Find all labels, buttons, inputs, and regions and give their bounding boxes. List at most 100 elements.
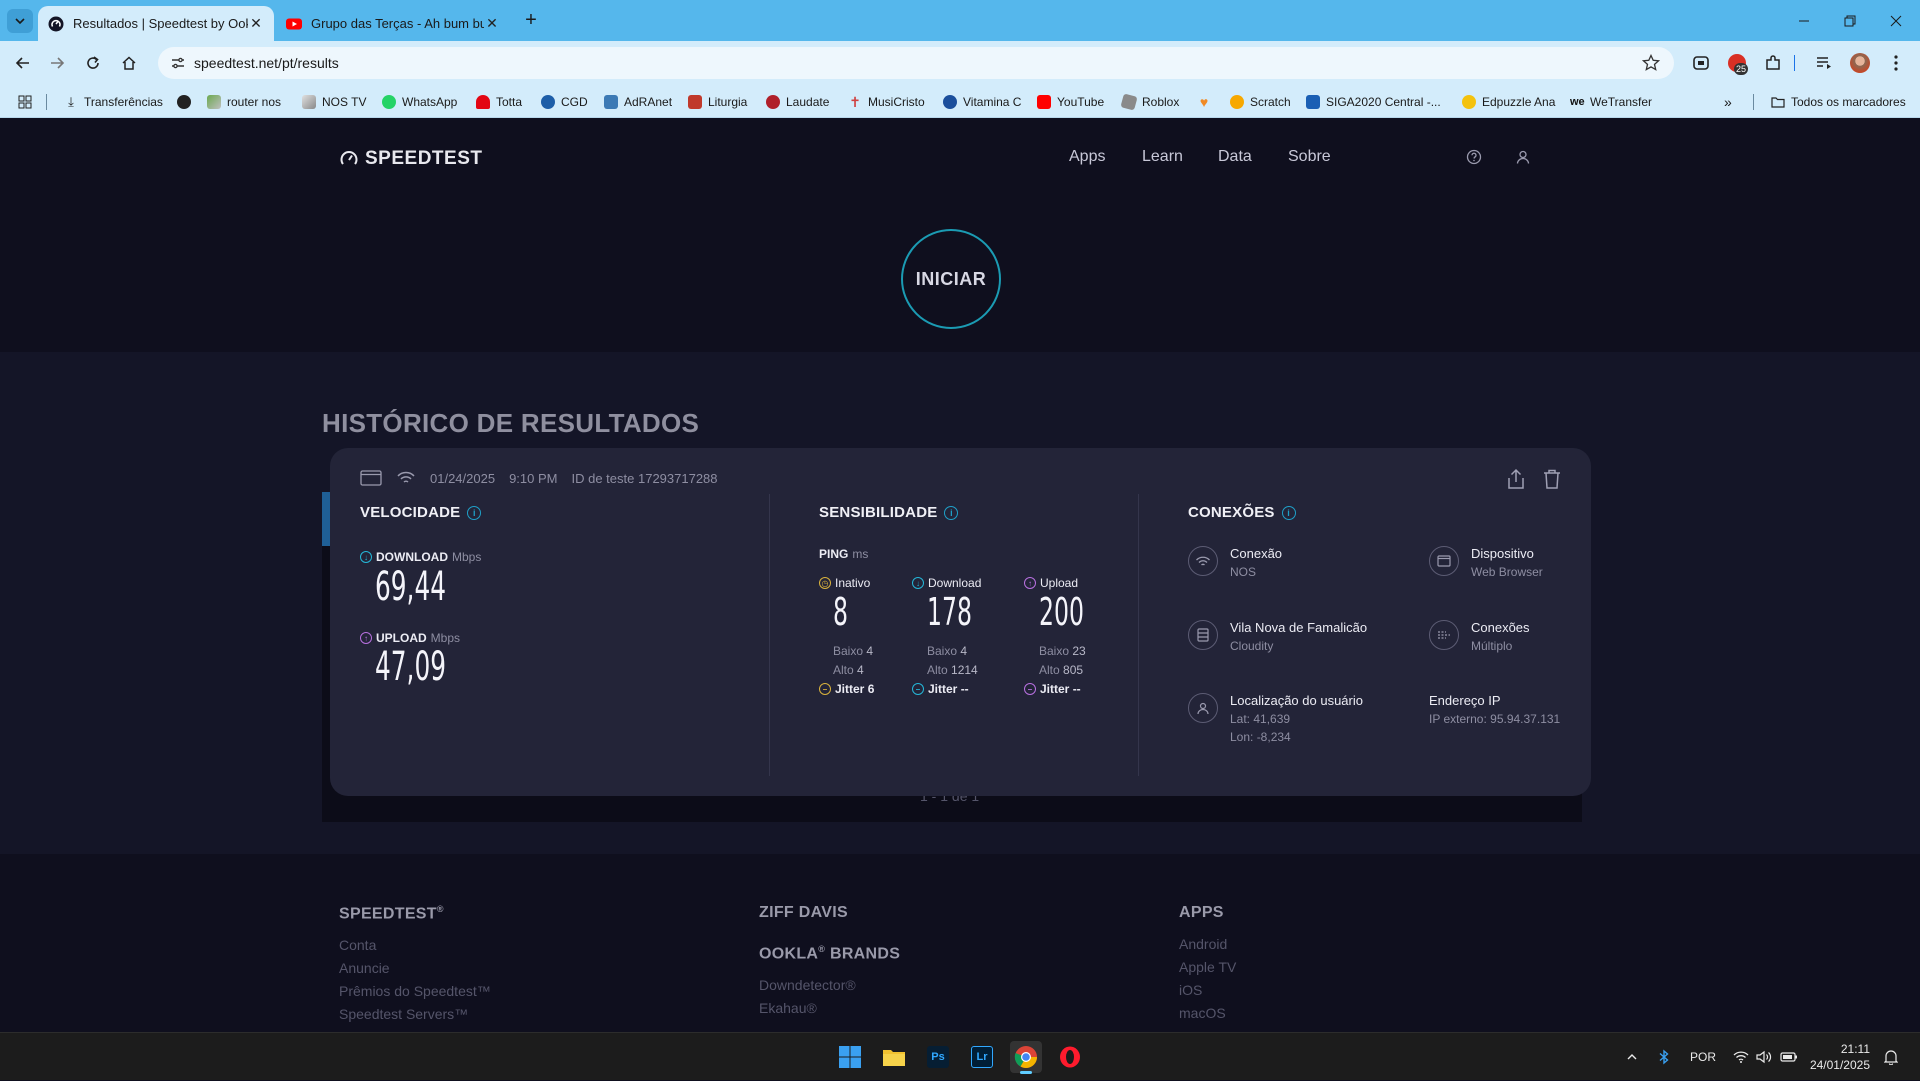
back-button[interactable] [10,51,36,75]
bookmark-cgd[interactable]: CGD [541,92,588,112]
close-window-button[interactable] [1873,0,1919,41]
footer-link[interactable]: macOS [1179,1005,1236,1021]
bookmark-liturgia[interactable]: Liturgia [688,92,747,112]
footer-link[interactable]: Speedtest Servers™ [339,1006,491,1022]
nav-data[interactable]: Data [1218,148,1252,166]
volume-button[interactable] [1756,1033,1772,1081]
show-hidden-icons-button[interactable] [1626,1033,1638,1081]
extension-badge-button[interactable]: 25 [1725,51,1749,75]
site-info-icon[interactable] [170,55,186,71]
start-button[interactable] [834,1041,866,1073]
trash-icon [1544,469,1560,489]
delete-button[interactable] [1542,468,1564,490]
nav-sobre[interactable]: Sobre [1288,148,1331,166]
bookmark-edpuzzle[interactable]: Edpuzzle Ana [1462,92,1555,112]
idle-icon: ◷ [819,577,831,589]
bookmark-heart[interactable]: ♥ [1197,92,1217,112]
ping-idle-jitter: – Jitter 6 [819,682,874,696]
network-button[interactable] [1733,1033,1749,1081]
nav-apps[interactable]: Apps [1069,148,1105,166]
address-bar[interactable]: speedtest.net/pt/results [158,47,1674,79]
connection-server[interactable]: Vila Nova de Famalicão Cloudity [1188,620,1367,653]
bookmark-scratch[interactable]: Scratch [1230,92,1291,112]
bookmark-totta[interactable]: Totta [476,92,522,112]
opera-button[interactable] [1054,1041,1086,1073]
reload-button[interactable] [80,51,106,75]
browser-tab-bar: Resultados | Speedtest by Ookla ✕ Grupo … [0,0,1920,41]
footer-link[interactable]: Apple TV [1179,959,1236,975]
footer-link[interactable]: Prêmios do Speedtest™ [339,983,491,999]
bookmark-label: Todos os marcadores [1791,95,1906,109]
bookmark-globe[interactable] [177,92,197,112]
file-explorer-button[interactable] [878,1041,910,1073]
bookmark-laudate[interactable]: Laudate [766,92,829,112]
close-tab-icon[interactable]: ✕ [248,15,264,32]
minimize-button[interactable] [1781,0,1827,41]
cross-icon: ✝ [849,94,861,110]
all-bookmarks-button[interactable]: Todos os marcadores [1771,92,1906,112]
info-icon[interactable]: i [944,505,959,520]
bookmark-whatsapp[interactable]: WhatsApp [382,92,457,112]
footer-heading[interactable]: ZIFF DAVIS [759,904,900,922]
nav-learn[interactable]: Learn [1142,148,1183,166]
bookmark-label: Totta [496,95,523,109]
menu-button[interactable] [1884,51,1908,75]
wifi-icon [397,471,415,483]
battery-button[interactable] [1780,1033,1798,1081]
clock-button[interactable]: 21:11 24/01/2025 [1810,1033,1870,1081]
bookmark-musicristo[interactable]: ✝ MusiCristo [848,92,925,112]
help-button[interactable] [1466,149,1484,167]
lightroom-button[interactable]: Lr [966,1041,998,1073]
bookmark-adranet[interactable]: AdRAnet [604,92,672,112]
close-tab-icon[interactable]: ✕ [484,15,500,32]
profile-button[interactable] [1848,51,1872,75]
tab-speedtest[interactable]: Resultados | Speedtest by Ookla ✕ [38,6,274,41]
high-label: Alto [833,663,854,677]
bookmark-nos-tv[interactable]: NOS TV [302,92,366,112]
bookmark-siga2020[interactable]: SIGA2020 Central -... [1306,92,1441,112]
bookmark-vitamina-c[interactable]: Vitamina C [943,92,1021,112]
bookmark-label: SIGA2020 Central -... [1326,95,1441,109]
footer-link[interactable]: Android [1179,936,1236,952]
star-icon[interactable] [1642,54,1660,72]
tab-youtube[interactable]: Grupo das Terças - Ah bum bué ✕ [276,6,510,41]
youtube-favicon-icon [286,18,302,29]
footer-link[interactable]: iOS [1179,982,1236,998]
share-button[interactable] [1506,468,1528,490]
bookmark-roblox[interactable]: Roblox [1120,92,1179,112]
chrome-button[interactable] [1010,1041,1042,1074]
footer-link[interactable]: Anuncie [339,960,491,976]
extension-button[interactable] [1689,51,1713,75]
input-language[interactable]: POR [1690,1033,1716,1081]
extensions-button[interactable] [1761,51,1785,75]
high-label: Alto [927,663,948,677]
notifications-button[interactable] [1884,1033,1898,1081]
reading-list-button[interactable] [1812,51,1836,75]
info-icon[interactable]: i [467,505,482,520]
heart-icon: ♥ [1199,94,1209,110]
bookmark-label: Laudate [786,95,830,109]
photoshop-button[interactable]: Ps [922,1041,954,1073]
speedtest-logo[interactable]: SPEEDTEST [339,148,482,170]
home-button[interactable] [116,51,142,75]
apps-grid-button[interactable] [18,92,32,112]
forward-button[interactable] [44,51,70,75]
bluetooth-button[interactable] [1658,1033,1670,1081]
jitter-label: Jitter [928,682,958,696]
footer-link[interactable]: Ekahau® [759,1000,900,1016]
start-test-button[interactable]: INICIAR [901,229,1001,329]
tab-search-button[interactable] [7,9,33,33]
account-button[interactable] [1515,149,1533,167]
connection-sub: Múltiplo [1471,639,1513,653]
footer-link[interactable]: Downdetector® [759,977,900,993]
footer-link[interactable]: Conta [339,937,491,953]
restore-button[interactable] [1827,0,1873,41]
info-icon[interactable]: i [1281,505,1296,520]
download-arrow-icon: ↓ [912,577,924,589]
more-bookmarks-button[interactable]: » [1724,92,1732,112]
bookmark-transferencias[interactable]: ⤓ Transferências [64,92,163,112]
bookmark-youtube[interactable]: YouTube [1037,92,1104,112]
bookmark-wetransfer[interactable]: we WeTransfer [1570,92,1652,112]
new-tab-button[interactable]: + [520,9,542,31]
bookmark-router-nos[interactable]: router nos [207,92,281,112]
